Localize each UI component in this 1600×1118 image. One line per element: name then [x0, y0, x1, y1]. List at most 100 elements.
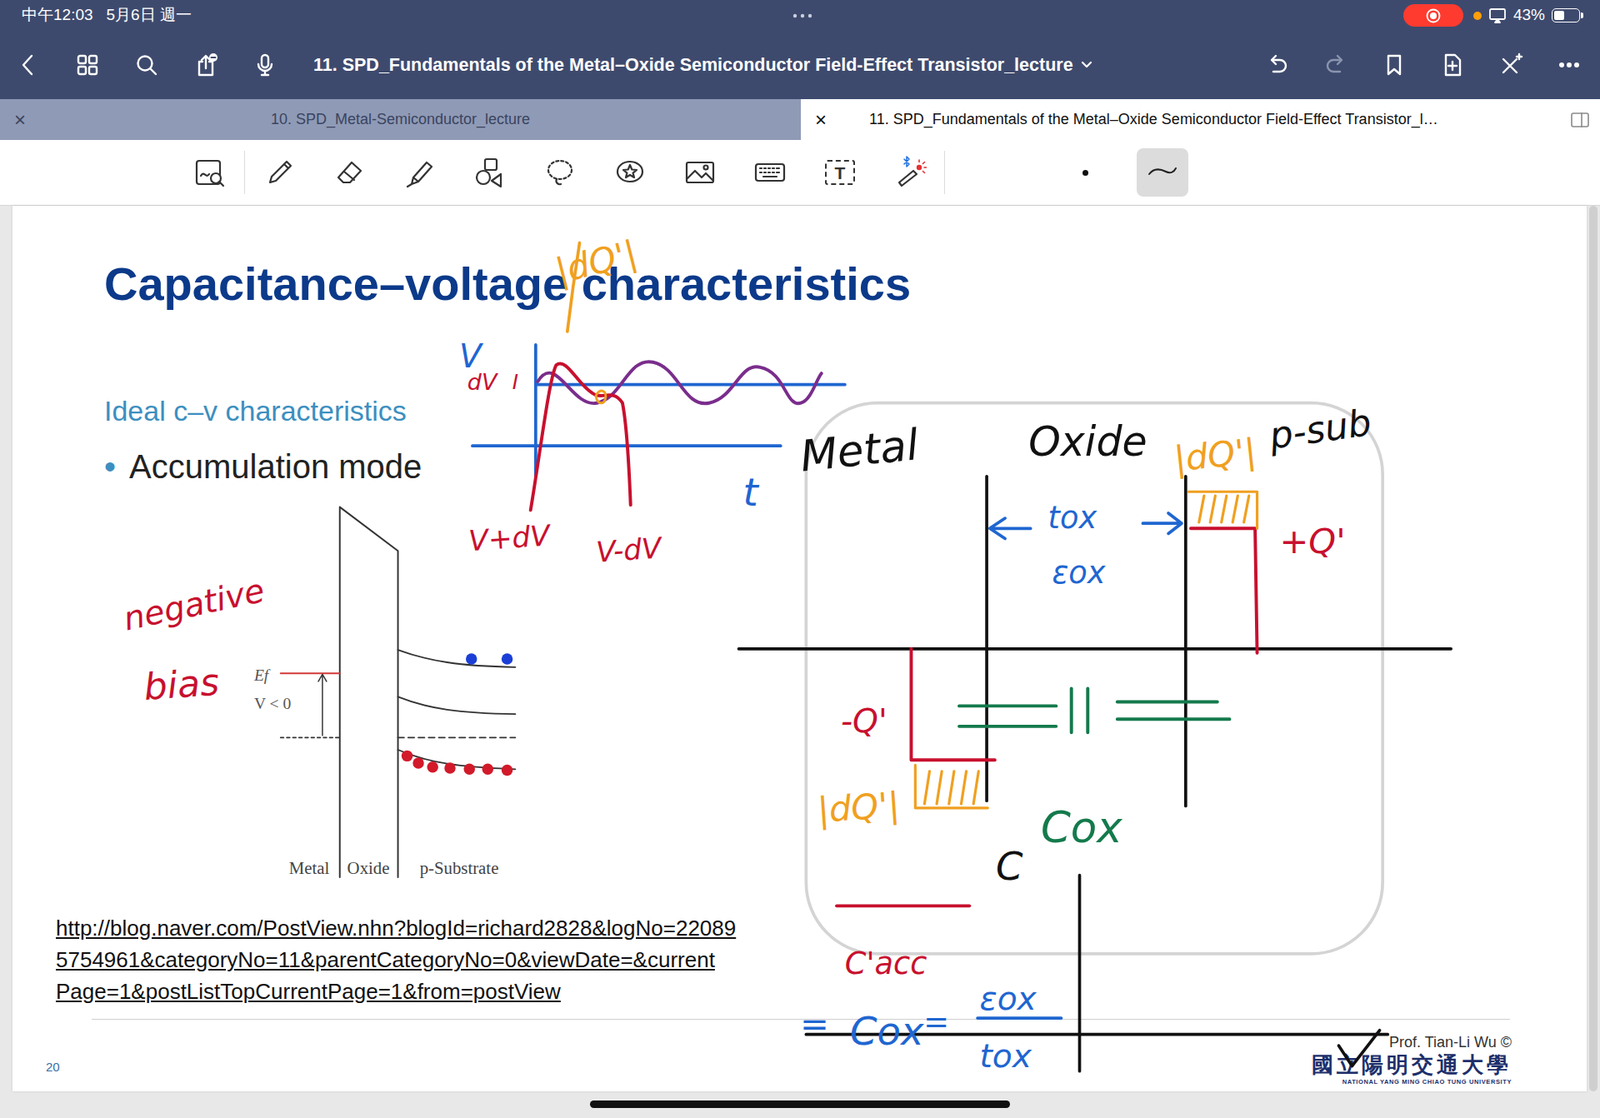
more-button[interactable] [1552, 48, 1586, 82]
sticker-icon [613, 155, 647, 190]
undo-button[interactable] [1260, 48, 1295, 82]
handwritten-note[interactable]: +Q' [1279, 520, 1345, 562]
battery-percent: 43% [1513, 3, 1545, 28]
add-page-button[interactable] [1435, 48, 1470, 82]
handwritten-note[interactable]: negative [120, 571, 268, 639]
search-icon [134, 52, 160, 78]
handwritten-note[interactable]: Cox [1040, 802, 1123, 853]
dot-option[interactable] [1050, 150, 1120, 195]
handwritten-note[interactable]: tox [979, 1037, 1032, 1075]
laser-tool[interactable] [875, 150, 945, 195]
shapes-icon [473, 155, 507, 190]
shapes-tool[interactable] [455, 150, 525, 195]
close-tools-button[interactable] [1494, 48, 1528, 82]
handwritten-note[interactable]: Cox [850, 1009, 925, 1055]
document-tab[interactable]: × 11. SPD_Fundamentals of the Metal–Oxide… [800, 99, 1600, 140]
stroke-option[interactable] [1136, 148, 1189, 197]
handwritten-note[interactable]: εox [1051, 555, 1106, 591]
handwritten-note[interactable]: t [742, 470, 760, 515]
page-number: 20 [45, 1058, 60, 1078]
eraser-icon [333, 155, 367, 190]
screen-mirroring-icon [1488, 6, 1507, 25]
grid-button[interactable] [70, 48, 105, 82]
close-tab-button[interactable]: × [11, 105, 29, 135]
layer-label: Metal [289, 858, 330, 879]
credit: Prof. Tian-Li Wu © [1311, 1033, 1512, 1052]
handwritten-note[interactable]: tox [1048, 500, 1099, 536]
handwritten-note[interactable]: |dQ'| [551, 232, 642, 292]
redo-button[interactable] [1319, 48, 1353, 82]
handwritten-note[interactable]: V-dV [595, 530, 665, 570]
scroll-bar[interactable] [1589, 205, 1598, 1092]
zoom-write-tool[interactable] [175, 150, 245, 195]
fermi-label: Ef [253, 666, 271, 685]
grid-icon [75, 52, 100, 78]
document-title[interactable]: 11. SPD_Fundamentals of the Metal–Oxide … [307, 51, 1094, 79]
share-icon [193, 52, 219, 78]
laser-icon [893, 155, 927, 190]
electron [501, 653, 513, 665]
handwritten-note[interactable]: bias [142, 660, 221, 709]
handwritten-note[interactable]: |dQ'| [1172, 430, 1259, 480]
document-canvas: Capacitance–voltage characteristicsIdeal… [0, 205, 1600, 1118]
pen-tool[interactable] [245, 150, 315, 195]
handwritten-note[interactable]: C [995, 844, 1024, 890]
tab-label[interactable]: 11. SPD_Fundamentals of the Metal–Oxide … [869, 108, 1570, 131]
keyboard-tool[interactable] [735, 150, 805, 195]
pen-icon [263, 155, 297, 190]
screen-recording-indicator[interactable] [1403, 4, 1464, 27]
image-tool[interactable] [665, 150, 735, 195]
layer-label: Oxide [347, 858, 390, 879]
share-button[interactable] [189, 48, 223, 82]
bookmark-button[interactable] [1377, 48, 1411, 82]
eraser-tool[interactable] [315, 150, 385, 195]
search-button[interactable] [130, 48, 164, 82]
clock: 中午12:03 [21, 3, 94, 28]
document-toolbar: 11. SPD_Fundamentals of the Metal–Oxide … [0, 30, 1600, 100]
undo-icon [1265, 52, 1290, 78]
slide-page[interactable]: Capacitance–voltage characteristicsIdeal… [12, 205, 1587, 1092]
back-icon [15, 52, 41, 78]
handwritten-note[interactable]: -Q' [840, 702, 888, 740]
document-tabs: ×10. SPD_Metal-Semiconductor_lecture×11.… [0, 99, 1600, 140]
pen-toolbar: T [0, 140, 1600, 206]
note-frame [805, 403, 1383, 955]
handwritten-note[interactable]: Metal [797, 419, 921, 482]
zoom-write-icon [193, 155, 227, 190]
bullet-item: •Accumulation mode [104, 446, 1587, 487]
date: 5月6日 週一 [106, 3, 192, 28]
back-button[interactable] [11, 48, 45, 82]
home-indicator[interactable] [590, 1100, 1010, 1109]
handwritten-notes[interactable]: EfV < 0MetalOxidep-Substrate|dQ'|VdVItV+… [12, 205, 1587, 1092]
handwritten-note[interactable]: = [800, 1003, 830, 1045]
handwritten-note[interactable]: p-sub [1265, 400, 1375, 458]
title-text[interactable]: 11. SPD_Fundamentals of the Metal–Oxide … [313, 51, 1074, 79]
tab-label[interactable]: 10. SPD_Metal-Semiconductor_lecture [28, 108, 773, 131]
text-tool-label[interactable]: T [825, 160, 855, 185]
handwritten-note[interactable]: I [512, 370, 519, 395]
handwritten-note[interactable]: V [459, 337, 485, 375]
hole [482, 764, 494, 775]
chevron-down-icon [1080, 58, 1094, 72]
highlighter-tool[interactable] [385, 150, 455, 195]
document-tab[interactable]: ×10. SPD_Metal-Semiconductor_lecture [0, 99, 801, 140]
mic-icon [252, 52, 278, 78]
slide-title: Capacitance–voltage characteristics [104, 257, 1587, 311]
battery-icon [1551, 8, 1584, 23]
electron [465, 653, 477, 665]
handwritten-note[interactable]: |dQ'| [815, 784, 901, 831]
source-link[interactable]: http://blog.naver.com/PostView.nhn?blogI… [12, 912, 1587, 1008]
text-tool[interactable]: T [805, 150, 875, 195]
handwritten-note[interactable]: = [923, 1004, 950, 1040]
handwritten-note[interactable]: C'acc [845, 945, 928, 982]
lasso-tool[interactable] [525, 150, 595, 195]
hole [464, 764, 475, 775]
handwritten-note[interactable]: Oxide [1028, 418, 1147, 466]
handwritten-note[interactable]: εox [979, 980, 1037, 1018]
sticker-tool[interactable] [595, 150, 665, 195]
mic-button[interactable] [248, 48, 282, 82]
handwritten-note[interactable]: dV [467, 369, 499, 395]
record-icon [1425, 8, 1441, 24]
close-tab-button[interactable]: × [812, 105, 830, 135]
handwritten-note[interactable]: V+dV [467, 518, 553, 558]
